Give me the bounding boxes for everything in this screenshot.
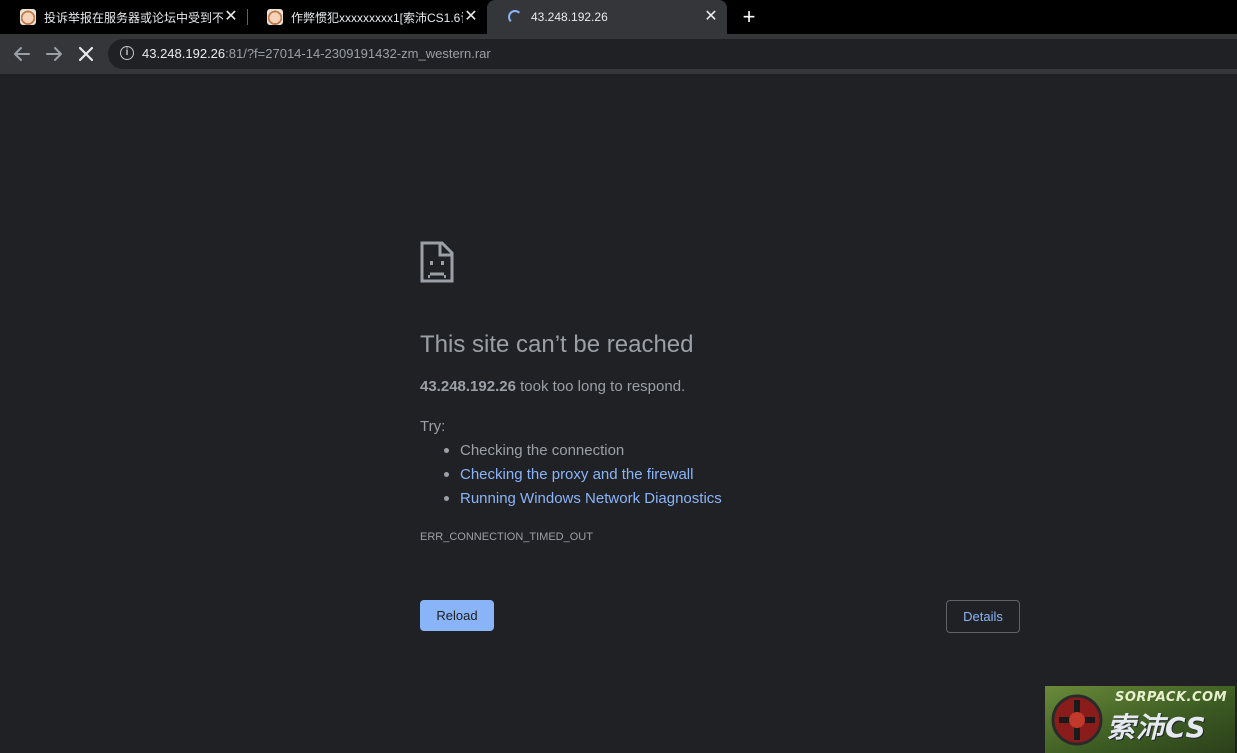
tab-1[interactable]: 投诉举报在服务器或论坛中受到不 ✕ xyxy=(0,0,247,34)
sorpack-logo-icon xyxy=(1051,694,1103,746)
suggestion-network-diagnostics-link[interactable]: Running Windows Network Diagnostics xyxy=(444,489,722,513)
error-code: ERR_CONNECTION_TIMED_OUT xyxy=(420,531,593,543)
error-summary-suffix: took too long to respond. xyxy=(515,378,686,395)
close-icon[interactable]: ✕ xyxy=(223,9,239,25)
stop-loading-x-icon[interactable] xyxy=(74,42,98,66)
tab-title: 作弊惯犯xxxxxxxxx1[索沛CS1.6论 xyxy=(291,10,463,25)
tab-title: 43.248.192.26 xyxy=(531,10,608,24)
watermark-top-text: SORPACK.COM xyxy=(1115,690,1228,705)
error-heading: This site can’t be reached xyxy=(420,331,694,358)
url-path: :81/?f=27014-14-2309191432-zm_western.ra… xyxy=(225,46,491,61)
close-icon[interactable]: ✕ xyxy=(463,9,479,25)
back-arrow-icon[interactable] xyxy=(10,42,34,66)
details-button[interactable]: Details xyxy=(946,600,1020,633)
url-host: 43.248.192.26 xyxy=(142,46,226,61)
tab-title: 投诉举报在服务器或论坛中受到不 xyxy=(44,10,223,25)
loading-spinner-icon xyxy=(507,9,523,25)
error-host: 43.248.192.26 xyxy=(420,378,516,395)
sorpack-watermark: SORPACK.COM 索沛CS xyxy=(1045,686,1235,753)
url-text[interactable]: 43.248.192.26:81/?f=27014-14-2309191432-… xyxy=(142,46,491,61)
suggestion-check-proxy-link[interactable]: Checking the proxy and the firewall xyxy=(444,465,722,489)
sad-document-icon xyxy=(420,241,454,283)
anime-avatar-icon xyxy=(20,9,36,25)
watermark-main-text: 索沛CS xyxy=(1107,711,1207,744)
anime-avatar-icon xyxy=(267,9,283,25)
tab-active[interactable]: 43.248.192.26 ✕ xyxy=(487,0,727,34)
forward-arrow-icon[interactable] xyxy=(42,42,66,66)
info-icon[interactable]: i xyxy=(120,46,134,60)
error-summary: 43.248.192.26 took too long to respond. xyxy=(420,378,685,395)
try-label: Try: xyxy=(420,418,446,435)
tab-strip: 投诉举报在服务器或论坛中受到不 ✕ 作弊惯犯xxxxxxxxx1[索沛CS1.6… xyxy=(0,0,1237,34)
close-icon[interactable]: ✕ xyxy=(703,9,719,25)
reload-button[interactable]: Reload xyxy=(420,600,494,631)
suggestion-check-connection: Checking the connection xyxy=(444,441,722,465)
suggestion-list: Checking the connection Checking the pro… xyxy=(444,441,722,513)
tab-2[interactable]: 作弊惯犯xxxxxxxxx1[索沛CS1.6论 ✕ xyxy=(247,0,487,34)
new-tab-plus-icon[interactable]: + xyxy=(738,6,760,28)
